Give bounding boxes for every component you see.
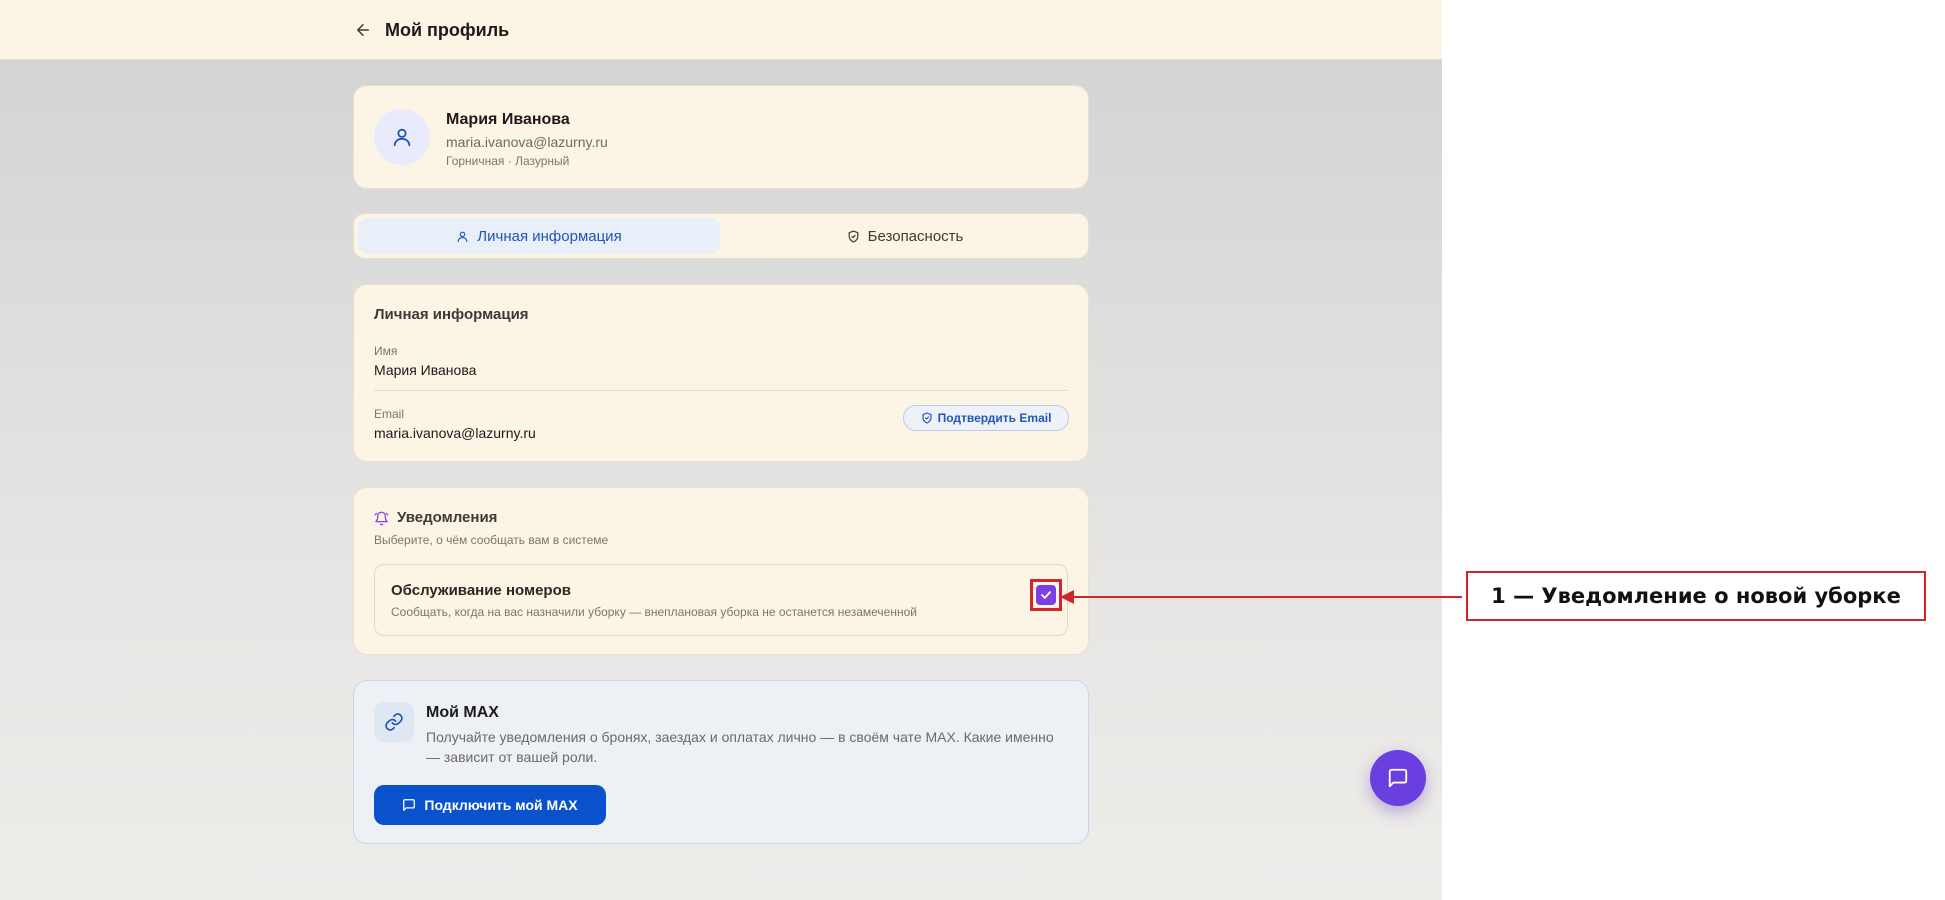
page-title: Мой профиль [385,20,510,40]
back-button[interactable] [351,18,375,42]
profile-tabs: Личная информация Безопасность [353,213,1089,259]
divider [374,390,1068,391]
name-label: Имя [374,344,398,358]
profile-email: maria.ivanova@lazurny.ru [446,134,608,150]
email-label: Email [374,407,405,421]
max-title: Мой MAX [426,704,499,721]
annotation-arrowhead [1060,590,1074,604]
app-window: Мой профиль Мария Иванова maria.ivanova@… [0,0,1442,900]
chat-icon [1388,768,1408,788]
connect-max-button[interactable]: Подключить мой MAX [374,785,606,825]
notifications-subtitle: Выберите, о чём сообщать вам в системе [374,533,609,547]
notification-checkbox[interactable] [1036,585,1056,605]
profile-name: Мария Иванова [446,111,570,128]
annotation-highlight-box [1030,579,1062,611]
annotation-arrow [1062,596,1462,598]
checkmark-icon [1040,591,1052,599]
name-value: Мария Иванова [374,362,477,378]
profile-role: Горничная · Лазурный [446,154,570,168]
annotation-callout: 1 — Уведомление о новой уборке [1466,571,1926,621]
chat-fab-button[interactable] [1370,750,1426,806]
max-card: Мой MAX Получайте уведомления о бронях, … [353,680,1089,844]
verify-email-label: Подтвердить Email [937,411,1052,425]
tab-label: Личная информация [477,227,622,245]
notifications-title: Уведомления [397,509,498,526]
notifications-header: Уведомления [374,508,497,528]
avatar [374,109,430,165]
email-value: maria.ivanova@lazurny.ru [374,425,536,441]
arrow-left-icon [357,24,369,36]
shield-icon [848,229,859,243]
notifications-card: Уведомления Выберите, о чём сообщать вам… [353,487,1089,655]
tab-security[interactable]: Безопасность [724,218,1086,254]
link-icon [385,713,403,731]
user-icon [393,128,411,147]
chat-icon [403,799,416,811]
notification-description: Сообщать, когда на вас назначили уборку … [391,605,917,619]
verify-email-button[interactable]: Подтвердить Email [903,405,1069,431]
user-icon [457,231,468,242]
connect-max-label: Подключить мой MAX [424,797,578,813]
notification-title: Обслуживание номеров [391,582,571,599]
max-icon-tile [374,702,414,742]
section-title: Личная информация [374,306,529,323]
tab-label: Безопасность [867,227,964,245]
tab-personal-info[interactable]: Личная информация [358,218,720,254]
top-bar: Мой профиль [0,0,1442,60]
notification-item-room-service: Обслуживание номеров Сообщать, когда на … [374,564,1068,636]
personal-info-card: Личная информация Имя Мария Иванова Emai… [353,284,1089,462]
profile-card: Мария Иванова maria.ivanova@lazurny.ru Г… [353,85,1089,189]
shield-icon [921,412,932,424]
bell-icon [374,511,389,525]
max-description: Получайте уведомления о бронях, заездах … [426,729,1054,765]
